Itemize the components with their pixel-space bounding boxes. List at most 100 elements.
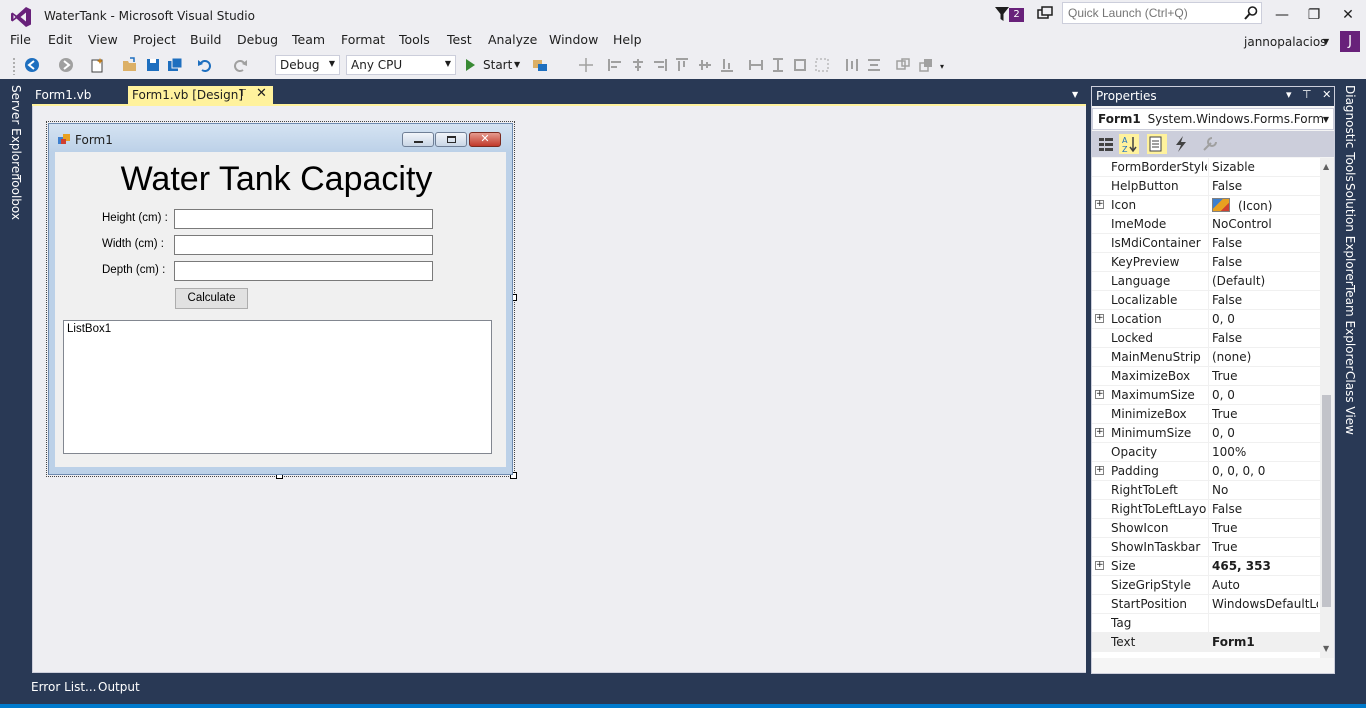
property-row[interactable]: FormBorderStyle Sizable xyxy=(1092,158,1320,177)
property-row[interactable]: + MinimumSize 0, 0 xyxy=(1092,424,1320,443)
property-value[interactable]: 0, 0 xyxy=(1212,426,1318,440)
categorized-icon[interactable] xyxy=(1096,134,1116,154)
property-row[interactable]: RightToLeft No xyxy=(1092,481,1320,500)
menu-debug[interactable]: Debug xyxy=(237,33,278,53)
property-value[interactable]: True xyxy=(1212,407,1318,421)
property-value[interactable]: False xyxy=(1212,502,1318,516)
undo-icon[interactable] xyxy=(197,57,213,73)
property-value[interactable]: No xyxy=(1212,483,1318,497)
feedback-icon[interactable] xyxy=(1036,5,1054,23)
restore-button[interactable]: ❐ xyxy=(1299,4,1329,26)
tab-team-explorer[interactable]: Team Explorer xyxy=(1343,285,1357,371)
avatar[interactable]: J xyxy=(1340,31,1360,52)
start-button[interactable]: Start xyxy=(483,58,512,72)
search-icon[interactable] xyxy=(1243,5,1259,21)
property-grid[interactable]: FormBorderStyle Sizable HelpButton False + Ic… xyxy=(1092,158,1320,658)
property-row[interactable]: HelpButton False xyxy=(1092,177,1320,196)
property-row[interactable]: KeyPreview False xyxy=(1092,253,1320,272)
open-file-icon[interactable] xyxy=(122,57,138,73)
close-tab-icon[interactable]: ✕ xyxy=(256,86,267,101)
browser-link-icon[interactable] xyxy=(532,57,548,73)
pin-tab-icon[interactable]: ⊤ xyxy=(238,88,247,99)
menu-help[interactable]: Help xyxy=(613,33,642,53)
property-value[interactable]: 465, 353 xyxy=(1212,559,1318,573)
scroll-down-icon[interactable]: ▼ xyxy=(1323,644,1329,653)
user-dropdown-icon[interactable]: ▼ xyxy=(1323,37,1329,46)
property-row[interactable]: StartPosition WindowsDefaultLocation xyxy=(1092,595,1320,614)
tab-form1-design[interactable]: Form1.vb [Design] xyxy=(128,86,273,104)
width-input[interactable] xyxy=(174,235,433,255)
property-value[interactable]: True xyxy=(1212,369,1318,383)
toolbar-grip[interactable] xyxy=(12,57,16,75)
property-value[interactable]: False xyxy=(1212,255,1318,269)
save-all-icon[interactable] xyxy=(167,57,183,73)
property-value[interactable]: 0, 0 xyxy=(1212,388,1318,402)
menu-build[interactable]: Build xyxy=(190,33,221,53)
tab-server-explorer[interactable]: Server Explorer xyxy=(9,85,23,178)
property-row[interactable]: Text Form1 xyxy=(1092,633,1320,652)
tab-form1-code[interactable]: Form1.vb xyxy=(32,86,124,104)
property-row[interactable]: Tag xyxy=(1092,614,1320,633)
menu-analyze[interactable]: Analyze xyxy=(488,33,537,53)
property-value[interactable]: False xyxy=(1212,179,1318,193)
property-row[interactable]: Opacity 100% xyxy=(1092,443,1320,462)
expand-icon[interactable]: + xyxy=(1095,428,1104,437)
property-value[interactable]: WindowsDefaultLocation xyxy=(1212,597,1318,611)
property-row[interactable]: + MaximumSize 0, 0 xyxy=(1092,386,1320,405)
filter-icon[interactable] xyxy=(995,6,1009,22)
expand-icon[interactable]: + xyxy=(1095,200,1104,209)
document-list-dropdown-icon[interactable]: ▼ xyxy=(1072,90,1078,99)
properties-object-select[interactable]: Form1 System.Windows.Forms.Form ▼ xyxy=(1092,108,1334,130)
menu-view[interactable]: View xyxy=(88,33,118,53)
property-row[interactable]: + Location 0, 0 xyxy=(1092,310,1320,329)
property-value[interactable]: (none) xyxy=(1212,350,1318,364)
property-row[interactable]: ShowInTaskbar True xyxy=(1092,538,1320,557)
property-value[interactable]: False xyxy=(1212,236,1318,250)
notification-badge[interactable]: 2 xyxy=(1009,8,1024,22)
properties-window-controls[interactable]: ▾ ⊤ ✕ xyxy=(1286,88,1331,101)
menu-project[interactable]: Project xyxy=(133,33,176,53)
pin-icon[interactable]: ⊤ xyxy=(1302,88,1312,101)
calculate-button[interactable]: Calculate xyxy=(175,288,248,309)
menu-format[interactable]: Format xyxy=(341,33,385,53)
start-icon[interactable] xyxy=(466,59,475,71)
property-value[interactable]: 100% xyxy=(1212,445,1318,459)
depth-input[interactable] xyxy=(174,261,433,281)
property-value[interactable]: 0, 0, 0, 0 xyxy=(1212,464,1318,478)
user-name[interactable]: jannopalacios xyxy=(1244,35,1326,49)
property-value[interactable]: False xyxy=(1212,331,1318,345)
expand-icon[interactable]: + xyxy=(1095,466,1104,475)
results-listbox[interactable]: ListBox1 xyxy=(63,320,492,454)
property-row[interactable]: MinimizeBox True xyxy=(1092,405,1320,424)
height-input[interactable] xyxy=(174,209,433,229)
expand-icon[interactable]: + xyxy=(1095,390,1104,399)
property-row[interactable]: ShowIcon True xyxy=(1092,519,1320,538)
tab-error-list[interactable]: Error List... xyxy=(31,680,96,694)
property-value[interactable]: Sizable xyxy=(1212,160,1318,174)
property-value[interactable]: (Icon) xyxy=(1212,198,1318,213)
property-value[interactable]: Auto xyxy=(1212,578,1318,592)
property-row[interactable]: Locked False xyxy=(1092,329,1320,348)
expand-icon[interactable]: + xyxy=(1095,314,1104,323)
property-value[interactable]: (Default) xyxy=(1212,274,1318,288)
property-value[interactable]: Form1 xyxy=(1212,635,1318,649)
property-row[interactable]: MainMenuStrip (none) xyxy=(1092,348,1320,367)
tab-diagnostic-tools[interactable]: Diagnostic Tools xyxy=(1343,85,1357,182)
menu-file[interactable]: File xyxy=(10,33,31,53)
events-lightning-icon[interactable] xyxy=(1171,134,1191,154)
start-dropdown-icon[interactable]: ▼ xyxy=(514,60,520,69)
scroll-up-icon[interactable]: ▲ xyxy=(1323,162,1329,171)
expand-icon[interactable]: + xyxy=(1095,561,1104,570)
property-row[interactable]: Localizable False xyxy=(1092,291,1320,310)
navigate-back-icon[interactable] xyxy=(24,57,40,73)
property-row[interactable]: RightToLeftLayout False xyxy=(1092,500,1320,519)
tab-class-view[interactable]: Class View xyxy=(1343,371,1357,435)
close-button[interactable]: ✕ xyxy=(1333,4,1363,26)
property-pages-wrench-icon[interactable] xyxy=(1200,134,1220,154)
property-value[interactable]: True xyxy=(1212,521,1318,535)
tab-solution-explorer[interactable]: Solution Explorer xyxy=(1343,183,1357,286)
tab-toolbox[interactable]: Toolbox xyxy=(9,175,23,220)
quick-launch-input[interactable] xyxy=(1062,2,1262,24)
property-row[interactable]: MaximizeBox True xyxy=(1092,367,1320,386)
property-value[interactable]: False xyxy=(1212,293,1318,307)
